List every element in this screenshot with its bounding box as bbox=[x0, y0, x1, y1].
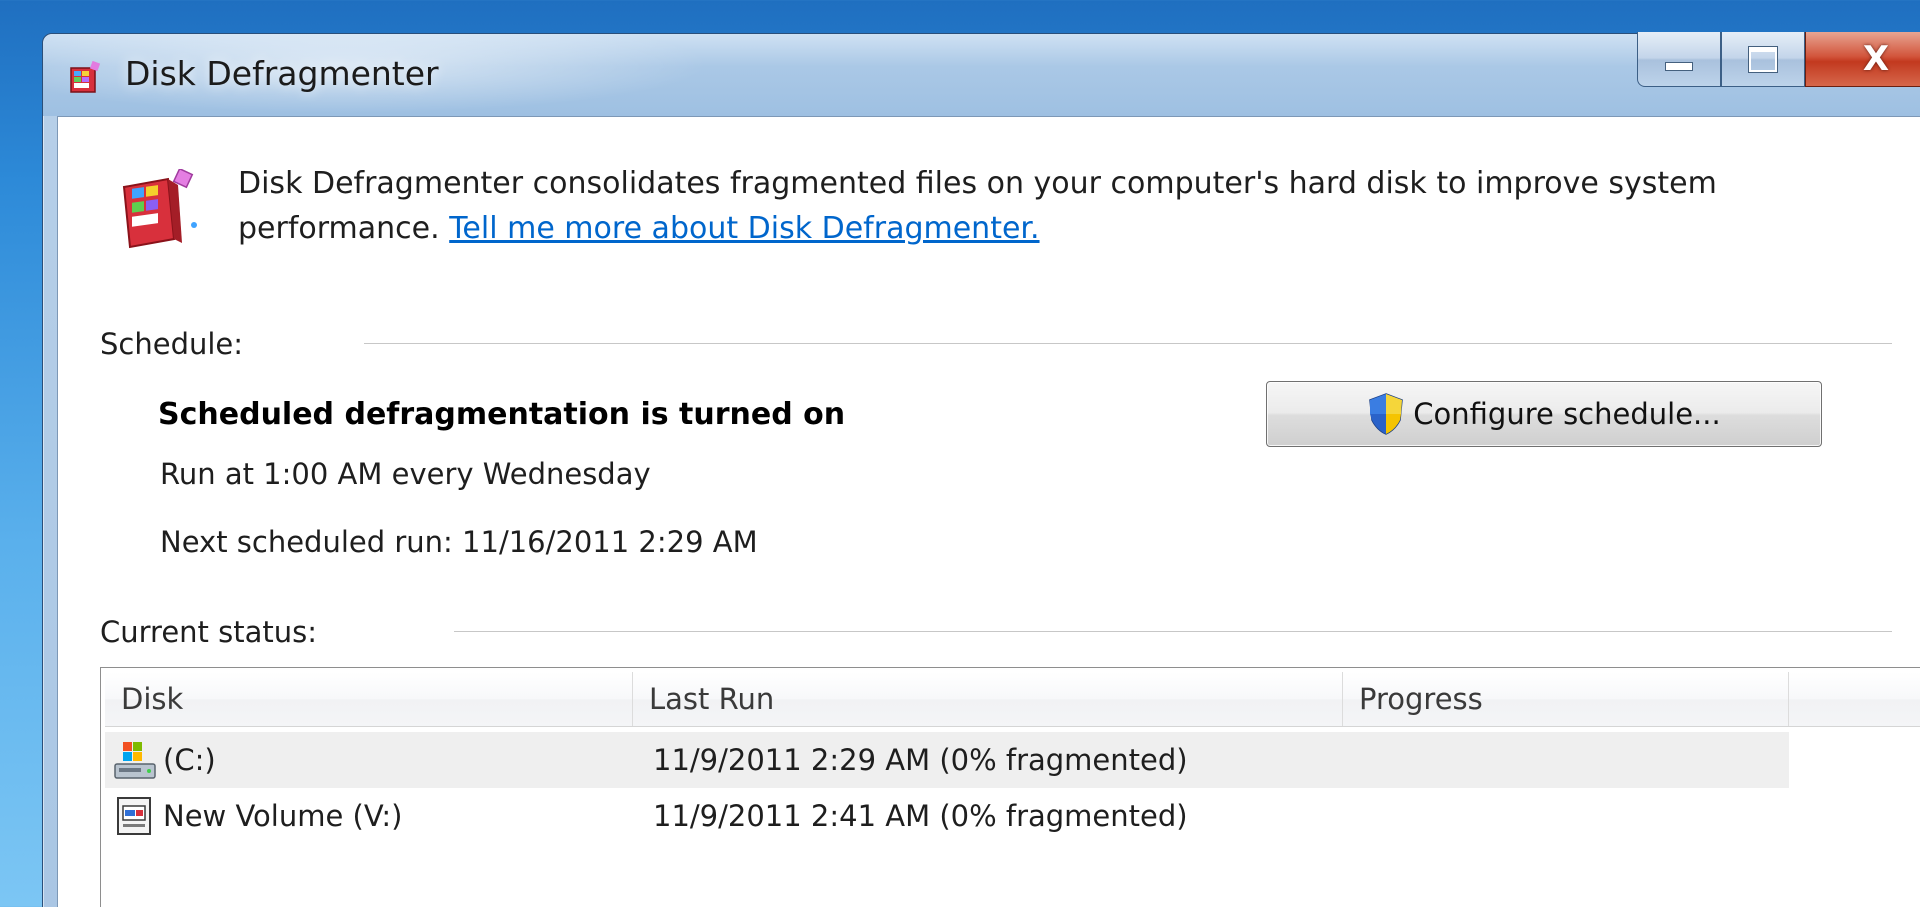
disk-cell: (C:) bbox=[113, 732, 633, 788]
maximize-button[interactable] bbox=[1721, 32, 1805, 87]
disk-name: New Volume (V:) bbox=[163, 799, 403, 833]
title-bar[interactable]: Disk Defragmenter X bbox=[43, 32, 1920, 116]
intro-description: Disk Defragmenter consolidates fragmente… bbox=[238, 161, 1738, 251]
current-status-divider bbox=[454, 631, 1892, 632]
table-header: Disk Last Run Progress bbox=[105, 672, 1920, 727]
configure-schedule-button[interactable]: Configure schedule... bbox=[1266, 381, 1822, 447]
progress-cell bbox=[1363, 788, 1783, 844]
minimize-icon bbox=[1665, 61, 1693, 71]
app-window: Disk Defragmenter X Disk Defragmenter co… bbox=[42, 32, 1920, 907]
minimize-button[interactable] bbox=[1637, 32, 1721, 87]
volume-drive-icon bbox=[117, 797, 151, 835]
close-button[interactable]: X bbox=[1805, 32, 1920, 87]
disk-name: (C:) bbox=[163, 743, 216, 777]
schedule-status-title: Scheduled defragmentation is turned on bbox=[158, 397, 846, 432]
current-status-label: Current status: bbox=[100, 615, 318, 649]
configure-schedule-label: Configure schedule... bbox=[1413, 397, 1721, 431]
tell-me-more-link[interactable]: Tell me more about Disk Defragmenter. bbox=[449, 211, 1039, 246]
caption-buttons: X bbox=[1637, 32, 1920, 88]
window-title: Disk Defragmenter bbox=[125, 54, 439, 93]
uac-shield-icon bbox=[1369, 393, 1404, 435]
schedule-label: Schedule: bbox=[100, 327, 244, 361]
disk-status-table: Disk Last Run Progress (C:) 11/9/2011 2:… bbox=[100, 667, 1920, 907]
column-header-progress[interactable]: Progress bbox=[1343, 672, 1789, 726]
schedule-run-text: Run at 1:00 AM every Wednesday bbox=[160, 457, 651, 491]
next-scheduled-run: Next scheduled run: 11/16/2011 2:29 AM bbox=[160, 525, 758, 559]
maximize-icon bbox=[1749, 46, 1777, 72]
close-icon: X bbox=[1862, 39, 1890, 79]
defrag-app-icon bbox=[70, 60, 101, 93]
column-header-last-run[interactable]: Last Run bbox=[633, 672, 1343, 726]
table-row[interactable]: (C:) 11/9/2011 2:29 AM (0% fragmented) bbox=[105, 732, 1789, 788]
system-drive-icon bbox=[114, 742, 156, 779]
last-run-cell: 11/9/2011 2:41 AM (0% fragmented) bbox=[653, 799, 1188, 833]
client-area: Disk Defragmenter consolidates fragmente… bbox=[57, 116, 1920, 907]
schedule-divider bbox=[364, 343, 1892, 344]
disk-cell: New Volume (V:) bbox=[113, 788, 633, 844]
progress-cell bbox=[1363, 732, 1783, 788]
column-header-disk[interactable]: Disk bbox=[105, 672, 633, 726]
last-run-cell: 11/9/2011 2:29 AM (0% fragmented) bbox=[653, 743, 1188, 777]
disk-defragmenter-icon bbox=[122, 169, 197, 249]
table-row[interactable]: New Volume (V:) 11/9/2011 2:41 AM (0% fr… bbox=[105, 788, 1789, 844]
